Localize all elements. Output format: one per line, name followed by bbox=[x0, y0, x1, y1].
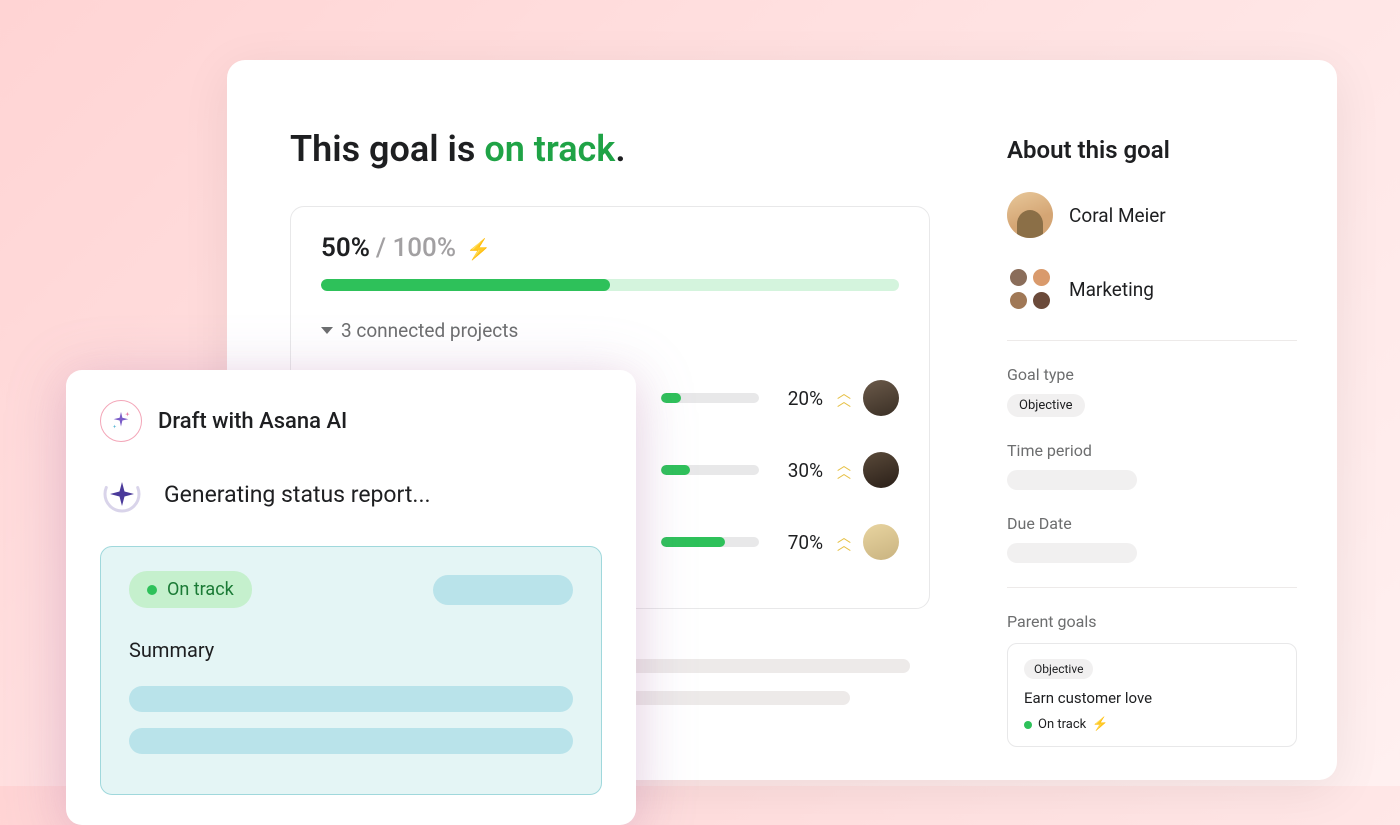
mini-progress-bar bbox=[661, 465, 759, 475]
ai-panel-header: Draft with Asana AI bbox=[100, 400, 602, 442]
status-pill[interactable]: On track bbox=[129, 571, 252, 608]
ai-generating-row: Generating status report... bbox=[100, 472, 602, 516]
placeholder-line bbox=[129, 686, 573, 712]
mini-progress-bar bbox=[661, 393, 759, 403]
ai-panel-title: Draft with Asana AI bbox=[158, 409, 347, 434]
asana-ai-panel: Draft with Asana AI Generating status re… bbox=[66, 370, 636, 825]
chevrons-up-icon: ︿︿ bbox=[837, 390, 849, 407]
bolt-icon: ⚡ bbox=[466, 237, 491, 261]
headline-suffix: . bbox=[615, 128, 625, 170]
parent-goal-status: On track ⚡ bbox=[1024, 717, 1280, 732]
progress-header: 50% / 100% ⚡ bbox=[321, 233, 899, 263]
progress-total: / 100% bbox=[376, 233, 456, 263]
chevrons-up-icon: ︿︿ bbox=[837, 534, 849, 551]
headline-prefix: This goal is bbox=[290, 128, 484, 170]
project-owner-avatar[interactable] bbox=[863, 452, 899, 488]
parent-goal-card[interactable]: Objective Earn customer love On track ⚡ bbox=[1007, 643, 1297, 747]
owner-name: Coral Meier bbox=[1069, 204, 1166, 227]
placeholder-chip bbox=[433, 575, 573, 605]
goal-status-headline: This goal is on track. bbox=[290, 128, 967, 170]
ai-draft-report: On track Summary bbox=[100, 546, 602, 795]
progress-current: 50% bbox=[321, 233, 370, 263]
connected-projects-label: 3 connected projects bbox=[341, 319, 518, 342]
summary-heading: Summary bbox=[129, 638, 573, 662]
project-owner-avatar[interactable] bbox=[863, 380, 899, 416]
headline-status: on track bbox=[484, 128, 615, 170]
goal-owner-row[interactable]: Coral Meier bbox=[1007, 192, 1297, 238]
divider bbox=[1007, 340, 1297, 341]
loading-sparkle-icon bbox=[100, 472, 144, 516]
goal-team-row[interactable]: Marketing bbox=[1007, 266, 1297, 312]
goal-type-chip[interactable]: Objective bbox=[1007, 394, 1085, 417]
project-percent: 30% bbox=[773, 459, 823, 482]
mini-progress-bar bbox=[661, 537, 759, 547]
owner-avatar bbox=[1007, 192, 1053, 238]
divider bbox=[1007, 587, 1297, 588]
progress-bar-fill bbox=[321, 279, 610, 291]
time-period-label: Time period bbox=[1007, 441, 1297, 460]
sidebar-title: About this goal bbox=[1007, 136, 1297, 164]
due-date-label: Due Date bbox=[1007, 514, 1297, 533]
parent-goals-label: Parent goals bbox=[1007, 612, 1297, 631]
caret-down-icon bbox=[321, 327, 333, 334]
progress-bar[interactable] bbox=[321, 279, 899, 291]
placeholder-line bbox=[129, 728, 573, 754]
ai-report-header: On track bbox=[129, 571, 573, 608]
time-period-value[interactable] bbox=[1007, 470, 1137, 490]
goal-sidebar: About this goal Coral Meier Marketing Go… bbox=[1007, 128, 1337, 780]
team-avatar-group bbox=[1007, 266, 1053, 312]
sparkle-icon bbox=[100, 400, 142, 442]
parent-goal-type-chip: Objective bbox=[1024, 659, 1093, 679]
due-date-value[interactable] bbox=[1007, 543, 1137, 563]
status-dot-icon bbox=[147, 585, 157, 595]
bolt-icon: ⚡ bbox=[1092, 717, 1108, 732]
project-percent: 70% bbox=[773, 531, 823, 554]
project-owner-avatar[interactable] bbox=[863, 524, 899, 560]
goal-type-label: Goal type bbox=[1007, 365, 1297, 384]
parent-goal-name: Earn customer love bbox=[1024, 689, 1280, 707]
chevrons-up-icon: ︿︿ bbox=[837, 462, 849, 479]
status-dot-icon bbox=[1024, 721, 1032, 729]
team-name: Marketing bbox=[1069, 278, 1154, 301]
connected-projects-toggle[interactable]: 3 connected projects bbox=[321, 319, 899, 342]
project-percent: 20% bbox=[773, 387, 823, 410]
ai-status-text: Generating status report... bbox=[164, 481, 431, 508]
